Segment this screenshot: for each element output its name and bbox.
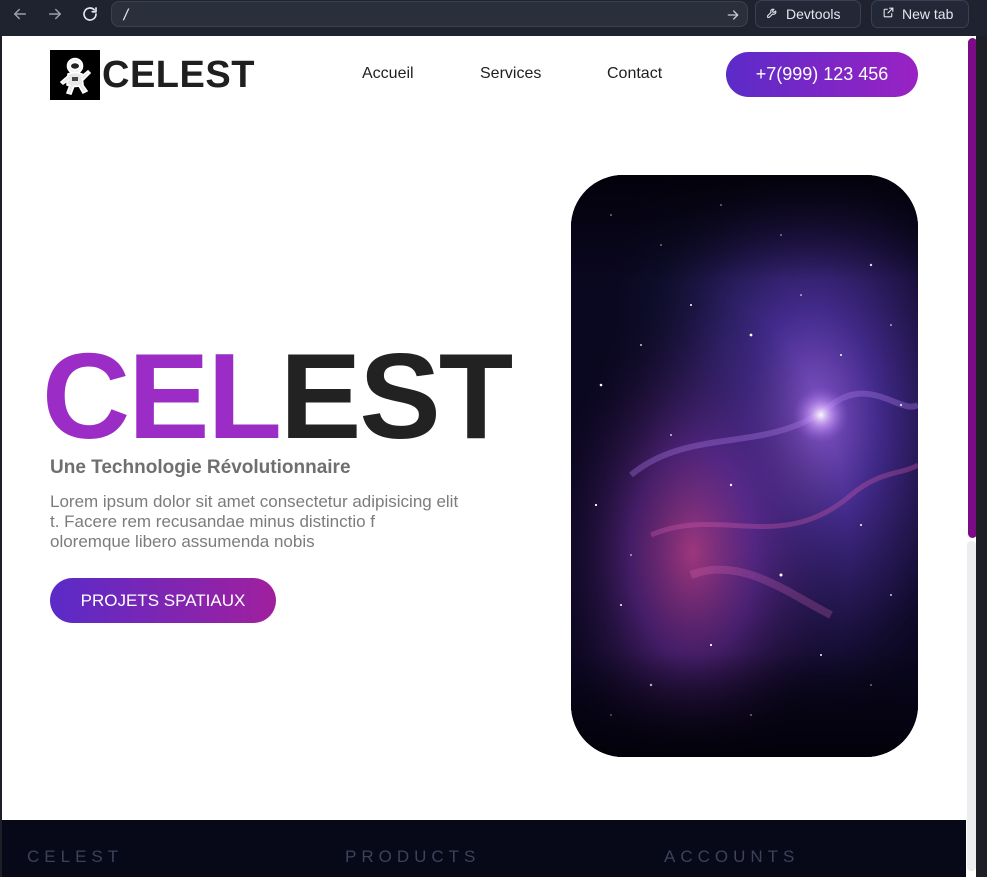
go-arrow-icon[interactable] [725,6,741,22]
address-text: / [122,7,131,23]
astronaut-logo-icon[interactable] [50,50,100,100]
footer: CELEST PRODUCTS ACCOUNTS [2,820,966,877]
footer-heading-products: PRODUCTS [345,847,481,866]
phone-button[interactable]: +7(999) 123 456 [726,52,918,97]
address-bar[interactable]: / [111,1,748,27]
hero-title-accent: CEL [42,328,282,464]
nav-link-services[interactable]: Services [480,64,541,84]
description-line: oloremque libero assumenda nobis [50,532,315,551]
forward-arrow-icon[interactable] [44,3,66,25]
logo-text[interactable]: CELEST [102,52,255,98]
footer-heading-celest: CELEST [27,847,124,866]
space-nebula-image [571,175,918,757]
footer-heading-accounts: ACCOUNTS [664,847,800,866]
hero-tagline: Une Technologie Révolutionnaire [50,457,351,478]
devtools-label: Devtools [786,6,841,22]
scrollbar-thumb[interactable] [968,38,976,538]
projets-spatiaux-button[interactable]: PROJETS SPATIAUX [50,578,276,623]
wrench-icon [766,6,779,22]
hero-title-rest: EST [280,328,513,464]
phone-label: +7(999) 123 456 [755,64,889,84]
cta-label: PROJETS SPATIAUX [80,590,246,610]
devtools-button[interactable]: Devtools [755,0,861,28]
nav-link-contact[interactable]: Contact [607,64,662,84]
page-viewport: CELEST Accueil Services Contact +7(999) … [2,36,976,877]
back-arrow-icon[interactable] [9,3,31,25]
description-line: Lorem ipsum dolor sit amet consectetur a… [50,492,459,511]
external-link-icon [882,6,895,22]
browser-toolbar: / Devtools New tab [0,0,987,36]
nav-link-accueil[interactable]: Accueil [362,64,414,84]
nebula-illustration [571,175,918,757]
new-tab-button[interactable]: New tab [871,0,969,28]
reload-icon[interactable] [79,3,101,25]
scrollbar-track[interactable] [967,541,976,871]
hero-title: CELEST [42,328,513,464]
hero-description: Lorem ipsum dolor sit amet consectetur a… [50,492,510,552]
new-tab-label: New tab [902,6,954,22]
description-line: t. Facere rem recusandae minus distincti… [50,512,376,531]
